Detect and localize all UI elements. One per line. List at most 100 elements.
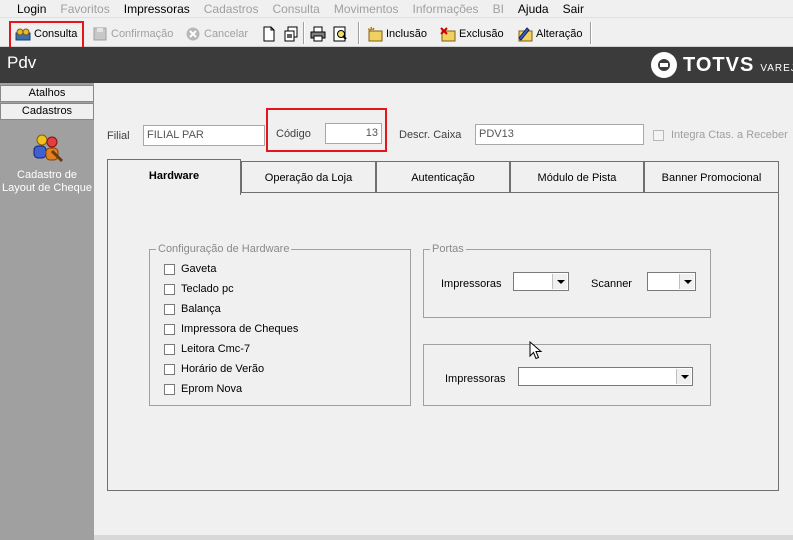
new-document-button[interactable] xyxy=(261,23,277,45)
filial-field[interactable]: FILIAL PAR xyxy=(143,125,265,146)
confirmacao-button[interactable]: Confirmação xyxy=(92,23,173,45)
leitora-cmc7-row[interactable]: Leitora Cmc-7 xyxy=(164,343,250,355)
cancelar-button[interactable]: Cancelar xyxy=(185,23,248,45)
impressora-cheques-row[interactable]: Impressora de Cheques xyxy=(164,323,298,335)
confirmacao-label: Confirmação xyxy=(111,28,174,40)
alteracao-button[interactable]: Alteração xyxy=(517,23,582,45)
printer-selection-group: Impressoras xyxy=(423,344,711,406)
horario-verao-checkbox[interactable] xyxy=(164,363,175,375)
teclado-pc-row[interactable]: Teclado pc xyxy=(164,283,234,295)
page-title: Pdv xyxy=(7,53,37,72)
new-document-icon xyxy=(261,26,277,42)
print-button[interactable] xyxy=(310,23,326,45)
portas-impressoras-select[interactable] xyxy=(513,272,569,291)
printer-icon xyxy=(310,26,326,42)
chevron-down-icon[interactable] xyxy=(679,274,694,289)
scanner-select[interactable] xyxy=(647,272,696,291)
mouse-cursor-icon xyxy=(529,341,543,360)
printer-impressoras-select[interactable] xyxy=(518,367,693,386)
people-group-icon xyxy=(30,133,64,165)
inclusao-button[interactable]: Inclusão xyxy=(367,23,427,45)
exclusao-button[interactable]: Exclusão xyxy=(440,23,504,45)
menu-movimentos[interactable]: Movimentos xyxy=(327,2,406,16)
eprom-nova-checkbox[interactable] xyxy=(164,383,175,395)
leitora-cmc7-checkbox[interactable] xyxy=(164,343,175,355)
sidebar-item-cadastro-layout-cheque[interactable]: Cadastro de Layout de Cheque xyxy=(0,133,94,195)
menu-login[interactable]: Login xyxy=(10,2,53,16)
teclado-pc-label: Teclado pc xyxy=(181,283,234,295)
integra-ctas-checkbox[interactable] xyxy=(653,130,664,141)
printer-impressoras-label: Impressoras xyxy=(445,373,506,385)
portas-title: Portas xyxy=(430,243,466,255)
gaveta-label: Gaveta xyxy=(181,263,217,275)
totvs-logo-icon xyxy=(651,52,677,78)
impressora-cheques-checkbox[interactable] xyxy=(164,323,175,335)
tab-hardware[interactable]: Hardware xyxy=(107,159,241,195)
app-header: Pdv TOTVS VAREJO xyxy=(0,47,793,83)
cancel-icon xyxy=(185,26,201,42)
portas-impressoras-label: Impressoras xyxy=(441,278,502,290)
filial-label: Filial xyxy=(107,130,130,142)
gaveta-row[interactable]: Gaveta xyxy=(164,263,216,275)
balanca-label: Balança xyxy=(181,303,221,315)
tab-operacao-da-loja[interactable]: Operação da Loja xyxy=(241,161,376,195)
teclado-pc-checkbox[interactable] xyxy=(164,283,175,295)
menu-bi[interactable]: BI xyxy=(486,2,511,16)
copy-document-icon xyxy=(283,26,299,42)
status-strip xyxy=(94,535,793,540)
consulta-button[interactable]: Consulta xyxy=(15,23,77,45)
toolbar-separator xyxy=(590,22,592,44)
menu-ajuda[interactable]: Ajuda xyxy=(511,2,556,16)
hardware-config-group: Configuração de Hardware Gaveta Teclado … xyxy=(149,243,411,406)
codigo-label: Código xyxy=(276,128,311,140)
toolbar-separator xyxy=(303,22,305,44)
horario-verao-row[interactable]: Horário de Verão xyxy=(164,363,264,375)
impressora-cheques-label: Impressora de Cheques xyxy=(181,323,299,335)
menu-bar: Login Favoritos Impressoras Cadastros Co… xyxy=(0,0,793,18)
delete-record-icon xyxy=(440,26,456,42)
menu-sair[interactable]: Sair xyxy=(556,2,591,16)
menu-consulta[interactable]: Consulta xyxy=(265,2,326,16)
inclusao-label: Inclusão xyxy=(386,28,427,40)
chevron-down-icon[interactable] xyxy=(676,369,691,384)
edit-record-icon xyxy=(517,26,533,42)
toolbar-separator xyxy=(358,22,360,44)
eprom-nova-row[interactable]: Eprom Nova xyxy=(164,383,242,395)
add-record-icon xyxy=(367,26,383,42)
consulta-label: Consulta xyxy=(34,28,78,40)
tab-modulo-de-pista[interactable]: Módulo de Pista xyxy=(510,161,644,195)
portas-group: Portas Impressoras Scanner xyxy=(423,243,711,318)
left-sidebar: Atalhos Cadastros Cadastro de Layout de … xyxy=(0,83,94,540)
descr-caixa-label: Descr. Caixa xyxy=(399,129,462,141)
floppy-disk-icon xyxy=(92,26,108,42)
totvs-logo: TOTVS VAREJO xyxy=(651,52,793,78)
logo-brand: TOTVS xyxy=(683,53,755,76)
tab-autenticacao[interactable]: Autenticação xyxy=(376,161,510,195)
menu-cadastros[interactable]: Cadastros xyxy=(197,2,266,16)
hardware-config-title: Configuração de Hardware xyxy=(156,243,292,255)
sidebar-tab-atalhos[interactable]: Atalhos xyxy=(0,85,94,102)
scanner-label: Scanner xyxy=(591,278,632,290)
balanca-checkbox[interactable] xyxy=(164,303,175,315)
cancelar-label: Cancelar xyxy=(204,28,249,40)
sidebar-tab-cadastros[interactable]: Cadastros xyxy=(0,103,94,120)
exclusao-label: Exclusão xyxy=(459,28,504,40)
preview-icon xyxy=(332,26,348,42)
copy-document-button[interactable] xyxy=(283,23,299,45)
horario-verao-label: Horário de Verão xyxy=(181,363,265,375)
menu-informacoes[interactable]: Informações xyxy=(406,2,486,16)
preview-button[interactable] xyxy=(332,23,348,45)
integra-ctas-label: Integra Ctas. a Receber xyxy=(671,129,788,141)
balanca-row[interactable]: Balança xyxy=(164,303,221,315)
descr-caixa-field[interactable]: PDV13 xyxy=(475,124,644,145)
leitora-cmc7-label: Leitora Cmc-7 xyxy=(181,343,251,355)
menu-favoritos[interactable]: Favoritos xyxy=(53,2,116,16)
sidebar-item-label: Cadastro de Layout de Cheque xyxy=(2,169,92,194)
menu-impressoras[interactable]: Impressoras xyxy=(117,2,197,16)
main-content: Filial FILIAL PAR Código 13 Descr. Caixa… xyxy=(94,83,793,540)
tab-banner-promocional[interactable]: Banner Promocional xyxy=(644,161,779,195)
chevron-down-icon[interactable] xyxy=(552,274,567,289)
codigo-field[interactable]: 13 xyxy=(325,123,382,144)
gaveta-checkbox[interactable] xyxy=(164,263,175,275)
alteracao-label: Alteração xyxy=(536,28,583,40)
